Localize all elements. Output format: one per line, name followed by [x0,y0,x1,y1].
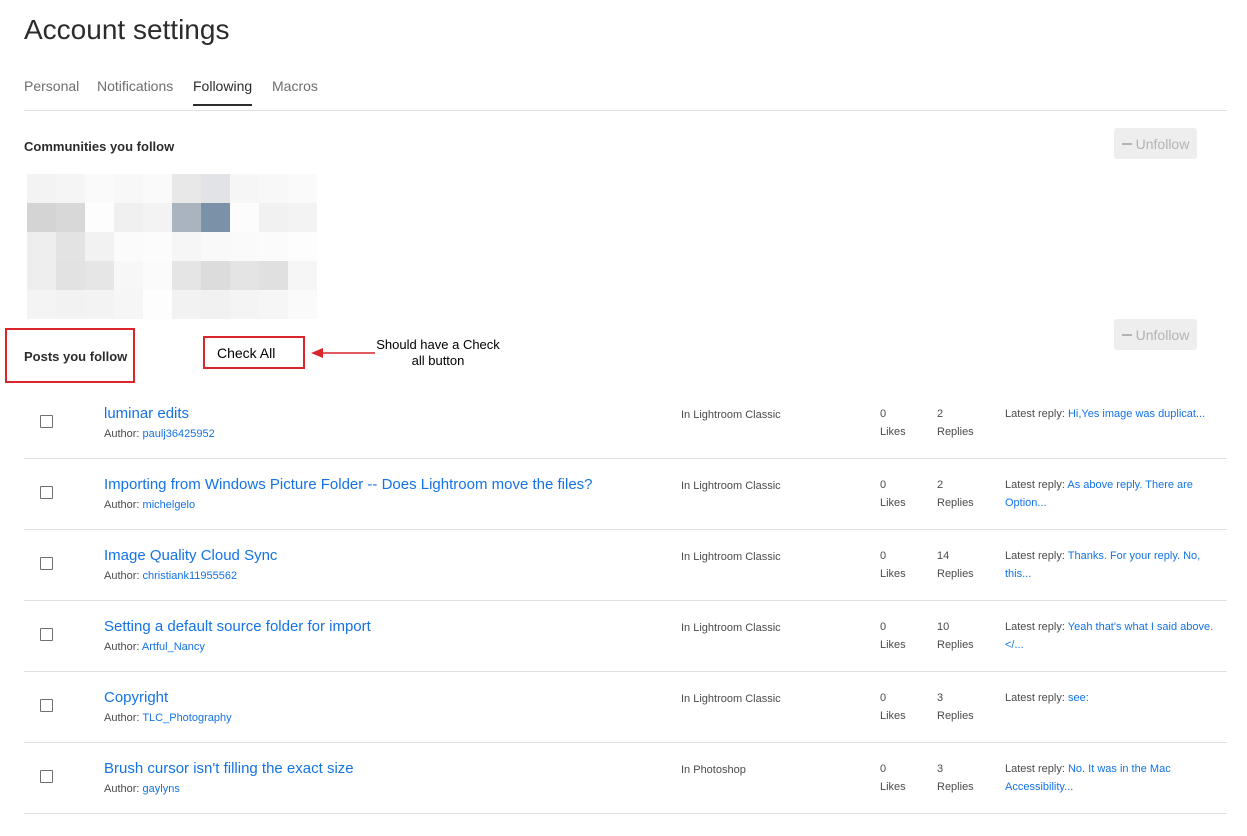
latest-reply-link[interactable]: Hi,Yes image was duplicat... [1068,408,1205,420]
author-link[interactable]: michelgelo [143,499,196,511]
post-replies: 2 Replies [937,408,974,438]
post-latest-reply: Latest reply: Yeah that's what I said ab… [1005,621,1214,651]
post-likes: 0 Likes [880,550,906,580]
author-link[interactable]: gaylyns [143,783,180,795]
post-latest-reply: Latest reply: Thanks. For your reply. No… [1005,550,1201,580]
post-author: Author: michelgelo [104,499,196,511]
check-all-annotation: Check All [203,336,305,369]
post-title-link[interactable]: Importing from Windows Picture Folder --… [104,476,593,493]
arrow-left-icon [311,348,375,358]
posts-unfollow-button[interactable]: Unfollow [1114,319,1197,350]
tab-personal[interactable]: Personal [24,78,79,104]
author-link[interactable]: TLC_Photography [142,712,231,724]
post-likes: 0 Likes [880,763,906,793]
posts-title: Posts you follow [24,349,128,364]
post-board: In Lightroom Classic [681,409,781,421]
post-board: In Lightroom Classic [681,693,781,705]
communities-unfollow-button[interactable]: Unfollow [1114,128,1197,159]
post-checkbox[interactable] [40,557,53,570]
post-likes: 0 Likes [880,408,906,438]
post-latest-reply: Latest reply: No. It was in the Mac Acce… [1005,763,1171,793]
post-board: In Photoshop [681,764,746,776]
settings-tabs: Personal Notifications Following Macros [24,72,1227,111]
author-link[interactable]: paulj36425952 [143,428,215,440]
post-likes: 0 Likes [880,479,906,509]
minus-icon [1121,142,1132,145]
post-checkbox[interactable] [40,770,53,783]
unfollow-label: Unfollow [1135,326,1190,343]
post-latest-reply: Latest reply: Hi,Yes image was duplicat.… [1005,408,1206,420]
latest-reply-link[interactable]: see: [1068,692,1089,704]
tab-macros[interactable]: Macros [272,78,318,104]
unfollow-label: Unfollow [1135,135,1190,152]
tab-following[interactable]: Following [193,78,253,106]
post-title-link[interactable]: luminar edits [104,405,189,422]
post-title-link[interactable]: Copyright [104,689,168,706]
post-row: Brush cursor isn't filling the exact siz… [24,742,1227,814]
post-author: Author: gaylyns [104,783,180,795]
post-row: Copyright Author: TLC_Photography In Lig… [24,671,1227,743]
post-author: Author: paulj36425952 [104,428,215,440]
post-board: In Lightroom Classic [681,480,781,492]
post-checkbox[interactable] [40,486,53,499]
communities-title: Communities you follow [24,139,175,154]
post-row: Importing from Windows Picture Folder --… [24,458,1227,530]
post-board: In Lightroom Classic [681,551,781,563]
tab-notifications[interactable]: Notifications [97,78,173,104]
post-replies: 3 Replies [937,692,974,722]
post-latest-reply: Latest reply: see: [1005,692,1089,704]
post-author: Author: Artful_Nancy [104,641,205,653]
post-row: luminar edits Author: paulj36425952 In L… [24,387,1227,459]
post-likes: 0 Likes [880,692,906,722]
post-title-link[interactable]: Brush cursor isn't filling the exact siz… [104,760,354,777]
post-author: Author: christiank11955562 [104,570,238,582]
post-replies: 2 Replies [937,479,974,509]
post-row: Setting a default source folder for impo… [24,600,1227,672]
minus-icon [1121,333,1132,336]
post-checkbox[interactable] [40,628,53,641]
post-likes: 0 Likes [880,621,906,651]
post-title-link[interactable]: Image Quality Cloud Sync [104,547,277,564]
post-author: Author: TLC_Photography [104,712,232,724]
post-board: In Lightroom Classic [681,622,781,634]
post-row: Image Quality Cloud Sync Author: christi… [24,529,1227,601]
author-link[interactable]: christiank11955562 [143,570,238,582]
post-replies: 3 Replies [937,763,974,793]
post-checkbox[interactable] [40,699,53,712]
post-checkbox[interactable] [40,415,53,428]
post-replies: 10 Replies [937,621,974,651]
post-replies: 14 Replies [937,550,974,580]
communities-pixelated-image [27,174,317,319]
annotation-note: Should have a Check all button [376,337,500,368]
post-latest-reply: Latest reply: As above reply. There are … [1005,479,1193,509]
post-title-link[interactable]: Setting a default source folder for impo… [104,618,371,635]
author-link[interactable]: Artful_Nancy [142,641,205,653]
page-title: Account settings [24,14,230,45]
